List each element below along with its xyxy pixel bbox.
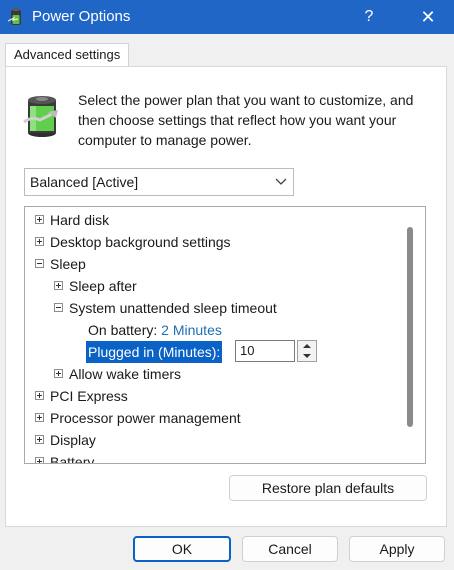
power-plan-selected-value: Balanced [Active] [30,174,139,190]
help-button[interactable]: ? [352,0,386,34]
plugged-in-minutes-input[interactable]: 10 [235,340,295,362]
tree-item-on-battery[interactable]: On battery: 2 Minutes [25,319,405,341]
expand-plus-icon[interactable] [35,435,44,444]
tree-item-desktop-background[interactable]: Desktop background settings [25,231,405,253]
battery-icon [23,96,58,137]
minutes-spinner[interactable] [297,340,317,362]
cancel-button[interactable]: Cancel [242,536,338,562]
plugged-in-label: Plugged in (Minutes): [86,341,223,363]
on-battery-label: On battery: [88,322,158,338]
close-button[interactable]: ✕ [408,0,448,34]
chevron-down-icon [275,178,287,185]
expand-plus-icon[interactable] [35,391,44,400]
collapse-minus-icon[interactable] [35,259,44,268]
tree-item-battery[interactable]: Battery [25,451,405,463]
tab-advanced-settings[interactable]: Advanced settings [5,43,130,68]
ok-button[interactable]: OK [133,536,231,562]
settings-tree[interactable]: Hard disk Desktop background settings Sl… [24,206,426,464]
tree-item-system-unattended-sleep-timeout[interactable]: System unattended sleep timeout [25,297,405,319]
tab-strip: Advanced settings [0,34,454,68]
expand-plus-icon[interactable] [35,237,44,246]
on-battery-value-link[interactable]: 2 Minutes [161,322,222,338]
tree-item-processor-power-management[interactable]: Processor power management [25,407,405,429]
expand-plus-icon[interactable] [35,413,44,422]
spin-down-icon[interactable] [298,351,316,361]
tree-scrollbar-thumb[interactable] [407,227,413,427]
tree-item-plugged-in[interactable]: Plugged in (Minutes): [25,341,405,363]
spin-up-icon[interactable] [298,341,316,351]
title-bar: Power Options ? ✕ [0,0,454,34]
tree-item-hard-disk[interactable]: Hard disk [25,209,405,231]
collapse-minus-icon[interactable] [54,303,63,312]
expand-plus-icon[interactable] [35,457,44,463]
tree-item-sleep[interactable]: Sleep [25,253,405,275]
apply-button[interactable]: Apply [349,536,445,562]
tree-item-pci-express[interactable]: PCI Express [25,385,405,407]
window-title: Power Options [32,8,131,25]
power-options-icon [7,8,21,25]
restore-plan-defaults-button[interactable]: Restore plan defaults [229,475,427,501]
tree-item-sleep-after[interactable]: Sleep after [25,275,405,297]
power-plan-dropdown[interactable]: Balanced [Active] [24,168,294,196]
plan-description: Select the power plan that you want to c… [78,92,414,148]
expand-plus-icon[interactable] [54,369,63,378]
expand-plus-icon[interactable] [54,281,63,290]
tree-item-display[interactable]: Display [25,429,405,451]
expand-plus-icon[interactable] [35,215,44,224]
tree-item-allow-wake-timers[interactable]: Allow wake timers [25,363,405,385]
